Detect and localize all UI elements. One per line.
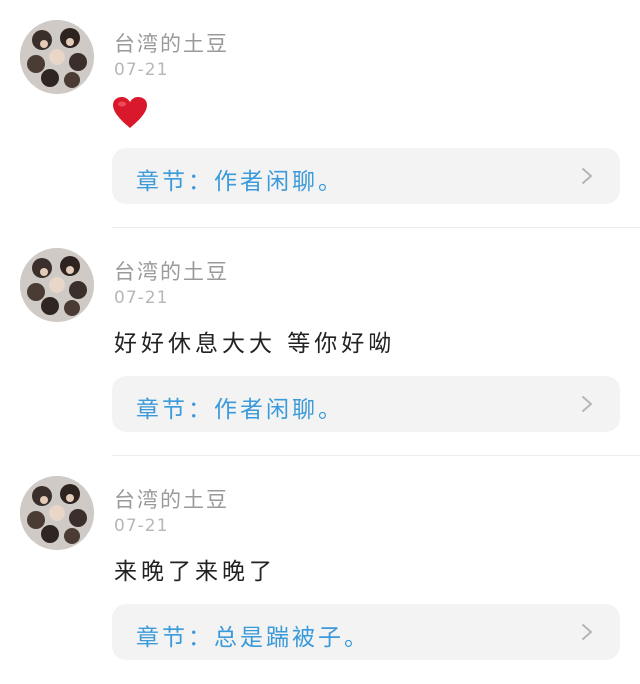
comment-text: 好好休息大大 等你好呦 xyxy=(114,331,396,357)
comment-date: 07-21 xyxy=(114,516,169,536)
avatar[interactable] xyxy=(20,20,94,94)
avatar-photo-icon xyxy=(20,248,94,322)
chevron-right-icon xyxy=(582,396,592,412)
chapter-label: 章节：作者闲聊。 xyxy=(136,397,344,423)
comment-item: 台湾的土豆 07-21 来晚了来晚了 章节：总是踹被子。 xyxy=(0,456,640,684)
avatar[interactable] xyxy=(20,248,94,322)
comment-item: 台湾的土豆 07-21 好好休息大大 等你好呦 章节：作者闲聊。 xyxy=(0,228,640,456)
chapter-label: 章节：总是踹被子。 xyxy=(136,625,370,651)
avatar-photo-icon xyxy=(20,476,94,550)
chapter-link[interactable]: 章节：作者闲聊。 xyxy=(112,148,620,204)
avatar[interactable] xyxy=(20,476,94,550)
username[interactable]: 台湾的土豆 xyxy=(114,28,229,58)
comment-date: 07-21 xyxy=(114,288,169,308)
comment-item: 台湾的土豆 07-21 章节：作者闲聊。 xyxy=(0,0,640,228)
comment-date: 07-21 xyxy=(114,60,169,80)
chevron-right-icon xyxy=(582,168,592,184)
heart-icon xyxy=(112,96,148,130)
avatar-photo-icon xyxy=(20,20,94,94)
chevron-right-icon xyxy=(582,624,592,640)
chapter-label: 章节：作者闲聊。 xyxy=(136,169,344,195)
username[interactable]: 台湾的土豆 xyxy=(114,484,229,514)
comment-text: 来晚了来晚了 xyxy=(114,559,276,585)
chapter-link[interactable]: 章节：作者闲聊。 xyxy=(112,376,620,432)
username[interactable]: 台湾的土豆 xyxy=(114,256,229,286)
chapter-link[interactable]: 章节：总是踹被子。 xyxy=(112,604,620,660)
